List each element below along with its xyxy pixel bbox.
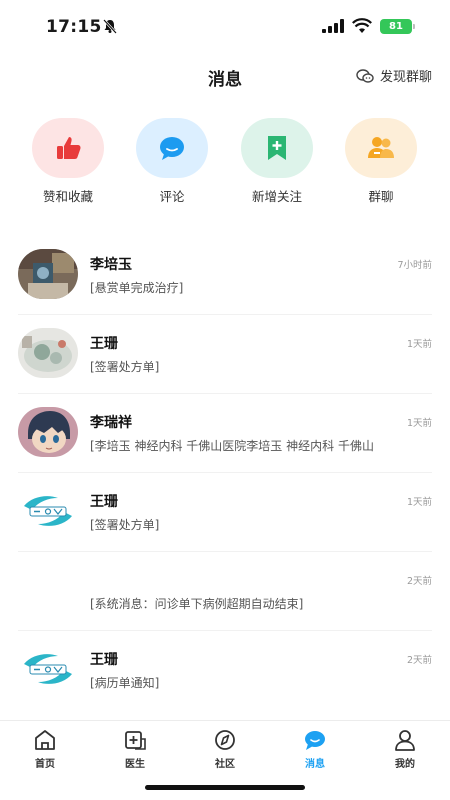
avatar — [18, 407, 78, 457]
followers-circle — [241, 118, 313, 178]
followers-label: 新增关注 — [251, 189, 302, 204]
tab-label: 社区 — [215, 759, 235, 770]
clinic-logo-avatar-image — [18, 486, 78, 536]
cartoon-avatar-image — [18, 407, 78, 457]
sender-name: 王珊 — [90, 652, 118, 668]
battery-indicator: 81 — [380, 19, 412, 34]
new-followers-button[interactable]: 新增关注 — [232, 118, 322, 205]
tab-label: 首页 — [35, 759, 55, 770]
comments-circle — [136, 118, 208, 178]
tab-home[interactable]: 首页 — [15, 729, 75, 770]
home-icon — [35, 730, 55, 750]
message-preview: [系统消息：问诊单下病例超期自动结束] — [90, 597, 304, 611]
discover-label: 发现群聊 — [379, 70, 432, 85]
muted-bell-icon — [103, 19, 117, 34]
home-indicator — [145, 785, 305, 790]
message-preview: [李培玉 神经内科 千佛山医院李培玉 神经内科 千佛山 — [90, 439, 374, 453]
status-bar: 17:15 81 — [0, 0, 450, 52]
compass-icon — [215, 730, 235, 750]
group-circle — [345, 118, 417, 178]
message-time: 2天前 — [406, 576, 432, 587]
group-label: 群聊 — [368, 189, 394, 204]
message-preview: [签署处方单] — [90, 518, 160, 532]
message-item[interactable]: 王珊 1天前 [签署处方单] — [18, 315, 432, 394]
battery-nub — [413, 24, 415, 29]
header: 消息 发现群聊 — [0, 56, 450, 96]
message-preview: [病历单通知] — [90, 676, 160, 690]
message-icon — [305, 731, 325, 750]
sender-name: 王珊 — [90, 336, 118, 352]
sender-name: 王珊 — [90, 494, 118, 510]
message-time: 2天前 — [406, 655, 432, 666]
message-time: 1天前 — [406, 418, 432, 429]
tab-label: 医生 — [125, 759, 145, 770]
group-chat-button[interactable]: 群聊 — [336, 118, 426, 205]
message-item[interactable]: 王珊 2天前 [病历单通知] — [18, 631, 432, 710]
tab-profile[interactable]: 我的 — [375, 729, 435, 770]
tab-doctor[interactable]: 医生 — [105, 729, 165, 770]
tab-label: 我的 — [395, 759, 415, 770]
message-preview: [签署处方单] — [90, 360, 160, 374]
photo-avatar-image — [18, 328, 78, 378]
avatar — [18, 249, 78, 299]
message-time: 1天前 — [406, 339, 432, 350]
tab-community[interactable]: 社区 — [195, 729, 255, 770]
chat-bubbles-icon — [356, 68, 374, 83]
comments-button[interactable]: 评论 — [127, 118, 217, 205]
message-list: 李培玉 7小时前 [悬赏单完成治疗] 王珊 1天前 [签署处方单] 李瑞祥 1天… — [0, 236, 450, 710]
message-item[interactable]: 李瑞祥 1天前 [李培玉 神经内科 千佛山医院李培玉 神经内科 千佛山 — [18, 394, 432, 473]
message-time: 1天前 — [406, 497, 432, 508]
avatar — [18, 486, 78, 536]
wifi-icon — [352, 18, 372, 33]
status-time: 17:15 — [46, 17, 102, 37]
signal-icon — [322, 19, 344, 33]
discover-group-chat-button[interactable]: 发现群聊 — [356, 66, 432, 85]
photo-avatar-image — [18, 249, 78, 299]
comments-label: 评论 — [159, 189, 185, 204]
follow-plus-icon — [268, 136, 286, 160]
likes-and-favorites-button[interactable]: 赞和收藏 — [23, 118, 113, 205]
tab-messages[interactable]: 消息 — [285, 729, 345, 770]
likes-label: 赞和收藏 — [42, 189, 93, 204]
avatar — [18, 644, 78, 694]
message-preview: [悬赏单完成治疗] — [90, 281, 184, 295]
quick-actions: 赞和收藏 评论 新增关注 群聊 — [0, 118, 450, 208]
avatar — [18, 328, 78, 378]
message-item[interactable]: 李培玉 7小时前 [悬赏单完成治疗] — [18, 236, 432, 315]
message-time: 7小时前 — [397, 260, 432, 271]
comment-bubble-icon — [160, 137, 184, 160]
tab-label: 消息 — [305, 759, 325, 770]
system-message-item[interactable]: 2天前 [系统消息：问诊单下病例超期自动结束] — [18, 552, 432, 631]
sender-name: 李瑞祥 — [90, 415, 132, 431]
clinic-logo-avatar-image — [18, 644, 78, 694]
thumbs-up-icon — [57, 137, 81, 159]
profile-icon — [395, 730, 415, 751]
doctor-icon — [125, 731, 146, 750]
message-item[interactable]: 王珊 1天前 [签署处方单] — [18, 473, 432, 552]
group-icon — [368, 137, 394, 158]
likes-circle — [32, 118, 104, 178]
sender-name: 李培玉 — [90, 257, 132, 273]
